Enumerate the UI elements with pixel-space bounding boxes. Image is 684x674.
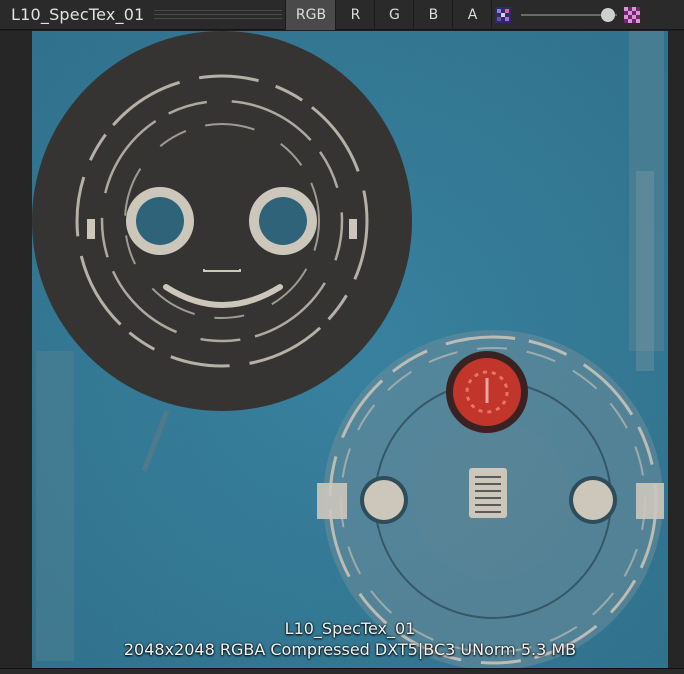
channel-b-button[interactable]: B (413, 0, 452, 30)
channel-g-button[interactable]: G (374, 0, 413, 30)
toolbar-grip[interactable] (154, 10, 283, 19)
viewer-toolbar: L10_SpecTex_01 RGB R G B A (0, 0, 684, 30)
left-strip (36, 351, 74, 661)
texture-title: L10_SpecTex_01 (11, 5, 145, 24)
slider-knob[interactable] (601, 7, 616, 22)
bottom-scroll-bar[interactable] (0, 668, 684, 674)
face-disk (32, 31, 412, 411)
checker-color-icon[interactable] (491, 0, 513, 30)
viewport-left-margin (0, 31, 32, 668)
checker-alpha-icon[interactable] (621, 0, 643, 30)
texture-preview (32, 31, 668, 668)
channel-r-button[interactable]: R (335, 0, 374, 30)
texture-viewport[interactable]: L10_SpecTex_01 2048x2048 RGBA Compressed… (0, 31, 684, 674)
viewport-right-margin (668, 31, 684, 668)
texture-caption-info: 2048x2048 RGBA Compressed DXT5|BC3 UNorm… (123, 640, 577, 659)
channel-rgb-button[interactable]: RGB (285, 0, 336, 30)
texture-caption-name: L10_SpecTex_01 (284, 619, 416, 638)
channel-a-button[interactable]: A (452, 0, 491, 30)
exposure-slider[interactable] (521, 0, 618, 30)
